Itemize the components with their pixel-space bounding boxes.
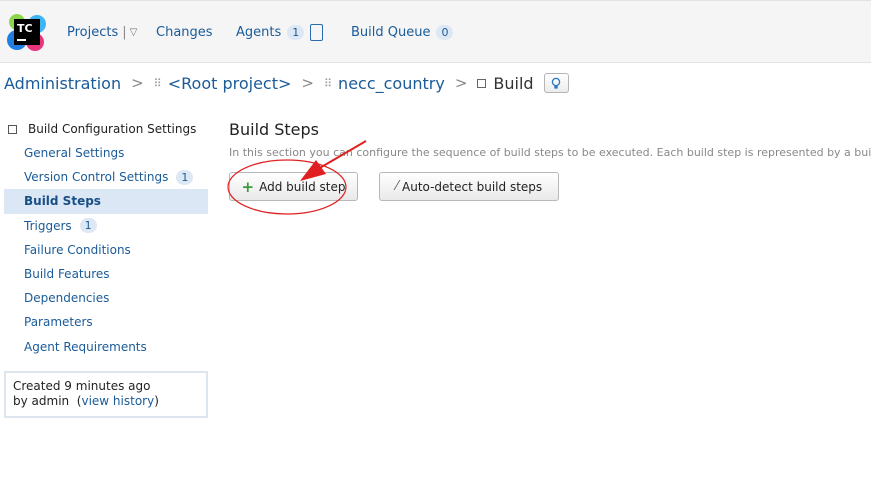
breadcrumb-separator: >: [454, 74, 468, 92]
build-queue-count-badge: 0: [436, 25, 454, 40]
add-build-step-label: Add build step: [259, 179, 346, 194]
auto-detect-label: Auto-detect build steps: [402, 179, 543, 194]
nav-build-queue[interactable]: Build Queue 0: [351, 1, 454, 64]
sidebar-item[interactable]: Build Steps: [4, 189, 208, 214]
nav-changes-label[interactable]: Changes: [156, 25, 213, 40]
agents-count-badge: 1: [287, 25, 305, 40]
sidebar-item[interactable]: General Settings: [4, 141, 208, 165]
page-title: Build Steps: [229, 120, 320, 139]
sidebar-items: General Settings Version Control Settings…: [4, 141, 208, 359]
sidebar-item-label: Triggers: [24, 218, 72, 233]
sidebar-item-label: Agent Requirements: [24, 339, 147, 354]
sidebar-heading-label[interactable]: Build Configuration Settings: [28, 122, 196, 136]
sidebar-item-label: Build Features: [24, 267, 110, 282]
sidebar-item-label: Dependencies: [24, 291, 110, 306]
add-build-step-button[interactable]: + Add build step: [229, 172, 358, 201]
nav-agents-label[interactable]: Agents: [236, 25, 281, 40]
sidebar-heading[interactable]: Build Configuration Settings: [4, 117, 208, 141]
build-config-icon: [477, 78, 487, 88]
logo-text: TC: [17, 22, 33, 35]
created-time: Created 9 minutes ago: [13, 379, 151, 393]
agent-status-icon: [310, 24, 324, 41]
created-info-box: Created 9 minutes ago by admin (view his…: [4, 371, 208, 418]
sidebar-item-count-badge: 1: [176, 169, 194, 185]
created-by: by admin: [13, 394, 70, 408]
sidebar-item[interactable]: Parameters: [4, 310, 208, 334]
nav-projects-label[interactable]: Projects: [67, 25, 118, 40]
view-history-link[interactable]: view history: [81, 394, 154, 408]
nav-agents[interactable]: Agents 1: [236, 1, 324, 64]
sidebar-item[interactable]: Version Control Settings 1: [4, 165, 208, 189]
project-grid-icon: ⠿: [153, 76, 162, 90]
breadcrumb-separator: >: [301, 74, 314, 92]
sidebar-item[interactable]: Dependencies: [4, 286, 208, 310]
sidebar-item-label: Version Control Settings: [24, 170, 169, 185]
close-paren: ): [154, 394, 159, 408]
sidebar-item-count-badge: 1: [79, 218, 97, 234]
lightbulb-glyph-icon: [551, 77, 561, 89]
sidebar-item[interactable]: Failure Conditions: [4, 238, 208, 262]
nav-changes[interactable]: Changes: [156, 1, 213, 64]
build-config-icon: [8, 124, 17, 134]
sidebar-item-label: Parameters: [24, 315, 93, 330]
breadcrumb-project[interactable]: necc_country: [338, 74, 445, 93]
breadcrumb-separator: >: [131, 74, 144, 92]
nav-projects-separator: |: [122, 25, 127, 40]
breadcrumb-administration[interactable]: Administration: [4, 74, 121, 93]
nav-build-queue-label[interactable]: Build Queue: [351, 25, 430, 40]
auto-detect-build-steps-button[interactable]: ⁄ Auto-detect build steps: [379, 172, 559, 201]
sidebar-item-label: General Settings: [24, 146, 125, 161]
magic-wand-icon: ⁄: [395, 179, 398, 194]
chevron-down-icon[interactable]: ▽: [130, 27, 138, 38]
breadcrumb-current: Build: [493, 73, 534, 93]
breadcrumb-root-project[interactable]: <Root project>: [168, 74, 292, 93]
project-grid-icon: ⠿: [323, 76, 333, 90]
sidebar-item[interactable]: Agent Requirements: [4, 335, 208, 359]
sidebar-item-label: Failure Conditions: [24, 242, 131, 257]
top-header: TC Projects | ▽ Changes Agents 1 Build Q…: [0, 0, 871, 63]
teamcity-logo-icon[interactable]: TC: [7, 12, 47, 52]
breadcrumb: Administration > ⠿ <Root project> > ⠿ ne…: [4, 72, 569, 94]
page-description: In this section you can configure the se…: [229, 146, 871, 159]
settings-sidebar: Build Configuration Settings General Set…: [4, 117, 208, 359]
sidebar-item[interactable]: Build Features: [4, 262, 208, 286]
plus-icon: +: [241, 177, 255, 196]
created-by-line: by admin (view history): [13, 394, 199, 409]
lightbulb-icon[interactable]: [543, 73, 569, 93]
nav-projects[interactable]: Projects | ▽: [67, 1, 137, 64]
sidebar-item[interactable]: Triggers 1: [4, 214, 208, 238]
sidebar-item-label: Build Steps: [24, 194, 101, 209]
